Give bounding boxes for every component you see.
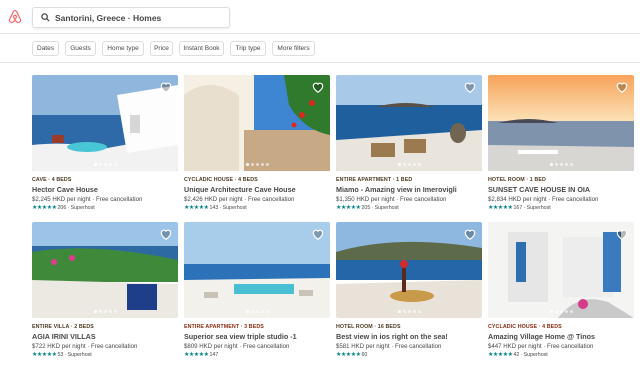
filter-dates[interactable]: Dates <box>32 41 59 56</box>
carousel-dots[interactable] <box>336 310 482 313</box>
listing-type: ENTIRE APARTMENT · 3 BEDS <box>184 324 264 330</box>
listing-rating: ★★★★★ 60 <box>336 352 482 358</box>
rating-stars-icon: ★★★★★ <box>488 205 513 211</box>
listing-rating: ★★★★★ 206 · Superhost <box>32 205 178 211</box>
airbnb-logo-icon[interactable] <box>7 9 23 25</box>
rating-stars-icon: ★★★★★ <box>336 205 361 211</box>
carousel-dots[interactable] <box>488 163 634 166</box>
carousel-dots[interactable] <box>488 310 634 313</box>
listing-photo[interactable] <box>336 75 482 171</box>
search-bar[interactable]: Santorini, Greece · Homes <box>32 7 230 28</box>
listing-type: ENTIRE APARTMENT · 1 BED <box>336 177 413 183</box>
review-count: 147 <box>209 352 219 358</box>
listing-price: $722 HKD per night · Free cancellation <box>32 343 138 350</box>
listing-price: $2,834 HKD per night · Free cancellation <box>488 196 599 203</box>
review-count: 143 <box>209 205 219 211</box>
listing-card[interactable]: HOTEL ROOM · 16 BEDS Best view in ios ri… <box>336 222 482 358</box>
review-count: 167 <box>513 205 523 211</box>
carousel-dots[interactable] <box>184 163 330 166</box>
heart-icon[interactable] <box>311 227 325 241</box>
carousel-dots[interactable] <box>336 163 482 166</box>
rating-stars-icon: ★★★★★ <box>32 352 57 358</box>
listing-photo[interactable] <box>32 75 178 171</box>
filter-instant-book[interactable]: Instant Book <box>179 41 224 56</box>
listing-price: $1,350 HKD per night · Free cancellation <box>336 196 447 203</box>
filter-home-type[interactable]: Home type <box>102 41 144 56</box>
listing-card[interactable]: ENTIRE VILLA · 2 BEDS AGIA IRINI VILLAS … <box>32 222 178 358</box>
listing-title[interactable]: Unique Architecture Cave House <box>184 185 330 194</box>
listing-title[interactable]: Amazing Village Home @ Tinos <box>488 332 634 341</box>
listing-type: CAVE · 4 BEDS <box>32 177 72 183</box>
listing-type: HOTEL ROOM · 16 BEDS <box>336 324 401 330</box>
heart-icon[interactable] <box>463 80 477 94</box>
listing-rating: ★★★★★ 53 · Superhost <box>32 352 178 358</box>
filter-trip-type[interactable]: Trip type <box>230 41 266 56</box>
listing-title[interactable]: AGIA IRINI VILLAS <box>32 332 178 341</box>
listing-type: HOTEL ROOM · 1 BED <box>488 177 546 183</box>
heart-icon[interactable] <box>311 80 325 94</box>
listing-photo[interactable] <box>184 222 330 318</box>
review-count: 206 <box>57 205 67 211</box>
listing-title[interactable]: Best view in ios right on the sea! <box>336 332 482 341</box>
listing-title[interactable]: SUNSET CAVE HOUSE IN OIA <box>488 185 634 194</box>
listing-price: $581 HKD per night · Free cancellation <box>336 343 442 350</box>
listing-title[interactable]: Superior sea view triple studio -1 <box>184 332 330 341</box>
filter-guests[interactable]: Guests <box>65 41 96 56</box>
listing-rating: ★★★★★ 167 · Superhost <box>488 205 634 211</box>
listing-card[interactable]: CAVE · 4 BEDS Hector Cave House $2,245 H… <box>32 75 178 211</box>
listing-type: CYCLADIC HOUSE · 4 BEDS <box>488 324 562 330</box>
review-count: 60 <box>361 352 368 358</box>
filter-bar: Dates Guests Home type Price Instant Boo… <box>0 34 640 63</box>
superhost-label: · Superhost <box>219 205 247 211</box>
top-bar: Santorini, Greece · Homes <box>0 0 640 34</box>
superhost-label: · Superhost <box>64 352 92 358</box>
filter-price[interactable]: Price <box>150 41 173 56</box>
superhost-label: · Superhost <box>67 205 95 211</box>
listing-rating: ★★★★★ 205 · Superhost <box>336 205 482 211</box>
listing-card[interactable]: CYCLADIC HOUSE · 4 BEDS Amazing Village … <box>488 222 634 358</box>
review-count: 205 <box>361 205 371 211</box>
listing-rating: ★★★★★ 143 · Superhost <box>184 205 330 211</box>
listing-type: CYCLADIC HOUSE · 4 BEDS <box>184 177 258 183</box>
listing-rating: ★★★★★ 42 · Superhost <box>488 352 634 358</box>
heart-icon[interactable] <box>159 80 173 94</box>
rating-stars-icon: ★★★★★ <box>184 352 209 358</box>
superhost-label: · Superhost <box>371 205 399 211</box>
listing-card[interactable]: CYCLADIC HOUSE · 4 BEDS Unique Architect… <box>184 75 330 211</box>
listing-price: $809 HKD per night · Free cancellation <box>184 343 290 350</box>
listing-photo[interactable] <box>488 75 634 171</box>
heart-icon[interactable] <box>463 227 477 241</box>
listing-photo[interactable] <box>488 222 634 318</box>
rating-stars-icon: ★★★★★ <box>488 352 513 358</box>
superhost-label: · Superhost <box>520 352 548 358</box>
review-count: 53 <box>57 352 64 358</box>
listing-card[interactable]: ENTIRE APARTMENT · 1 BED Miamo - Amazing… <box>336 75 482 211</box>
listing-price: $447 HKD per night · Free cancellation <box>488 343 594 350</box>
search-query: Santorini, Greece · Homes <box>55 13 162 23</box>
listing-rating: ★★★★★ 147 <box>184 352 330 358</box>
review-count: 42 <box>513 352 520 358</box>
listing-photo[interactable] <box>336 222 482 318</box>
carousel-dots[interactable] <box>32 163 178 166</box>
listing-photo[interactable] <box>32 222 178 318</box>
carousel-dots[interactable] <box>32 310 178 313</box>
listing-price: $2,245 HKD per night · Free cancellation <box>32 196 143 203</box>
listing-photo[interactable] <box>184 75 330 171</box>
listing-price: $2,426 HKD per night · Free cancellation <box>184 196 295 203</box>
listing-title[interactable]: Miamo - Amazing view in Imerovigli <box>336 185 482 194</box>
listing-title[interactable]: Hector Cave House <box>32 185 178 194</box>
listing-card[interactable]: HOTEL ROOM · 1 BED SUNSET CAVE HOUSE IN … <box>488 75 634 211</box>
search-icon <box>41 13 50 22</box>
superhost-label: · Superhost <box>523 205 551 211</box>
heart-icon[interactable] <box>159 227 173 241</box>
rating-stars-icon: ★★★★★ <box>336 352 361 358</box>
rating-stars-icon: ★★★★★ <box>32 205 57 211</box>
heart-icon[interactable] <box>615 227 629 241</box>
filter-more[interactable]: More filters <box>272 41 315 56</box>
listing-type: ENTIRE VILLA · 2 BEDS <box>32 324 94 330</box>
rating-stars-icon: ★★★★★ <box>184 205 209 211</box>
listing-card[interactable]: ENTIRE APARTMENT · 3 BEDS Superior sea v… <box>184 222 330 358</box>
carousel-dots[interactable] <box>184 310 330 313</box>
heart-icon[interactable] <box>615 80 629 94</box>
